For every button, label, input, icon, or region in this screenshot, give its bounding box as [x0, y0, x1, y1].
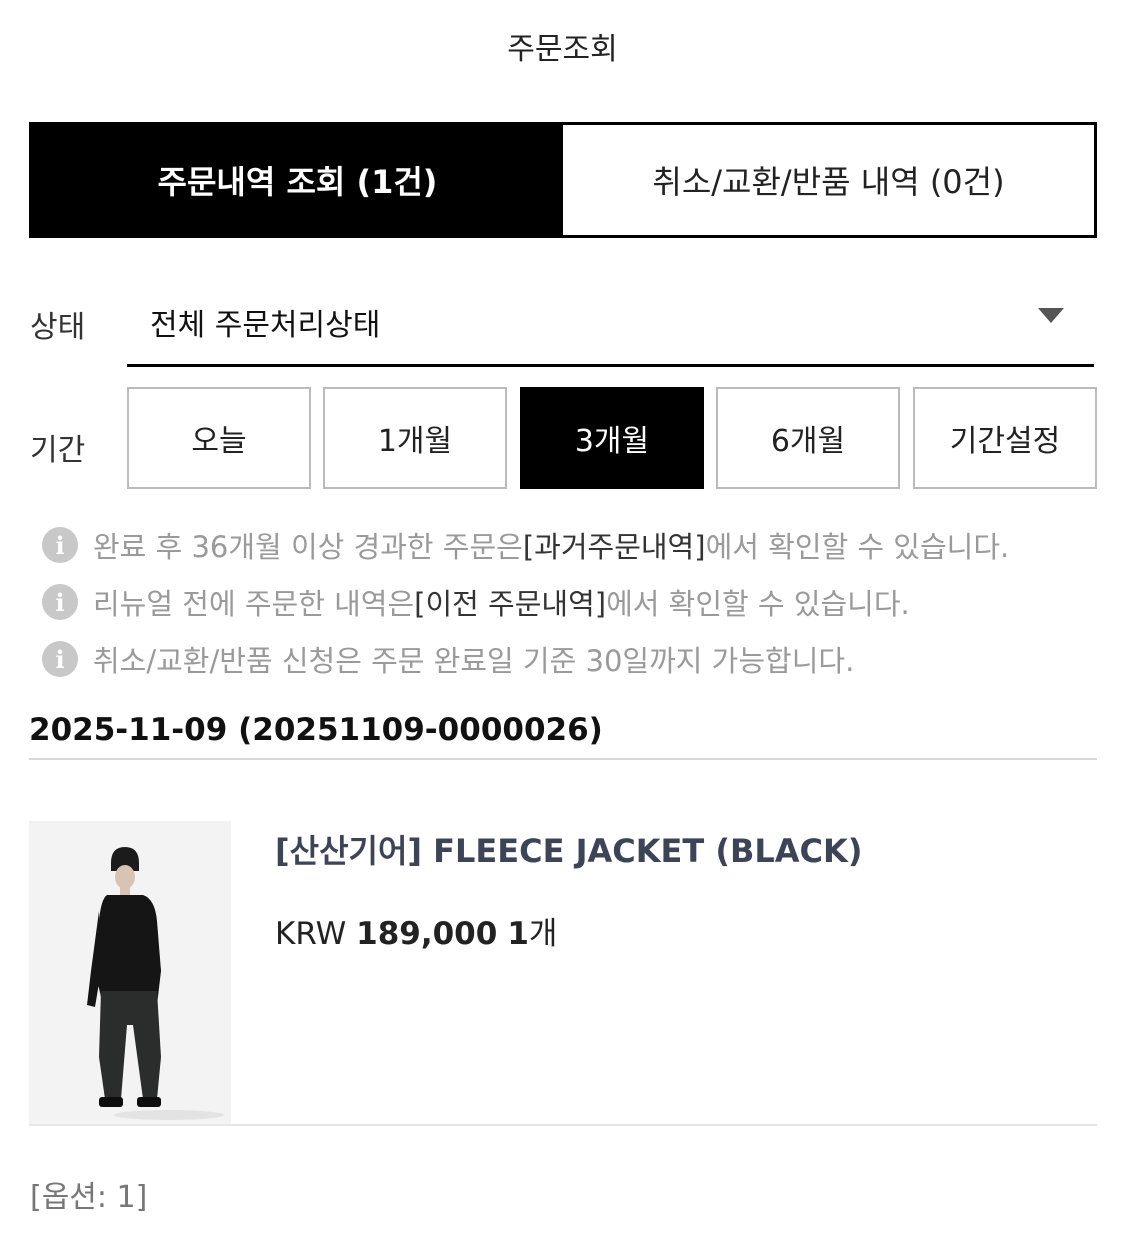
period-6month-button[interactable]: 6개월	[716, 387, 900, 489]
period-1month-button[interactable]: 1개월	[323, 387, 507, 489]
notice-past-orders: i 완료 후 36개월 이상 경과한 주문은 [과거주문내역] 에서 확인할 수…	[42, 524, 1009, 566]
period-3month-button[interactable]: 3개월	[520, 387, 704, 489]
product-option: [옵션: 1]	[30, 1180, 148, 1215]
notice-text-end: 에서 확인할 수 있습니다.	[705, 530, 1010, 564]
item-divider	[29, 1124, 1097, 1126]
notice-text: 취소/교환/반품 신청은 주문 완료일 기준 30일까지 가능합니다.	[93, 644, 855, 678]
notice-text: 완료 후 36개월 이상 경과한 주문은	[93, 530, 523, 564]
period-label: 기간	[30, 433, 86, 468]
order-inquiry-page: 주문조회 주문내역 조회 (1건) 취소/교환/반품 내역 (0건) 상태 전체…	[0, 0, 1125, 1242]
info-icon: i	[42, 641, 78, 677]
previous-orders-link[interactable]: [이전 주문내역]	[414, 581, 606, 623]
notice-previous-orders: i 리뉴얼 전에 주문한 내역은 [이전 주문내역] 에서 확인할 수 있습니다…	[42, 581, 910, 623]
info-icon: i	[42, 584, 78, 620]
tab-cancel-exchange-return[interactable]: 취소/교환/반품 내역 (0건)	[563, 125, 1094, 235]
order-tabs: 주문내역 조회 (1건) 취소/교환/반품 내역 (0건)	[29, 122, 1097, 238]
quantity-number: 1	[507, 916, 529, 952]
period-custom-button[interactable]: 기간설정	[913, 387, 1097, 489]
status-select-value: 전체 주문처리상태	[150, 308, 381, 343]
notice-text: 리뉴얼 전에 주문한 내역은	[93, 587, 415, 621]
page-title: 주문조회	[507, 32, 618, 67]
info-icon: i	[42, 527, 78, 563]
past-orders-link[interactable]: [과거주문내역]	[523, 524, 706, 566]
period-today-button[interactable]: 오늘	[127, 387, 311, 489]
product-thumbnail[interactable]	[29, 821, 231, 1124]
status-label: 상태	[30, 310, 86, 345]
order-date-number: 2025-11-09 (20251109-0000026)	[29, 712, 1097, 760]
price-currency: KRW	[275, 916, 347, 952]
tab-order-history[interactable]: 주문내역 조회 (1건)	[32, 125, 563, 235]
product-price: KRW 189,000 1개	[275, 908, 557, 953]
notice-cancel-policy: i 취소/교환/반품 신청은 주문 완료일 기준 30일까지 가능합니다.	[42, 638, 854, 680]
quantity-unit: 개	[528, 916, 558, 952]
product-photo-model	[29, 821, 231, 1124]
notice-text-end: 에서 확인할 수 있습니다.	[606, 587, 910, 621]
price-amount: 189,000	[356, 916, 498, 952]
product-name-link[interactable]: [산산기어] FLEECE JACKET (BLACK)	[275, 826, 862, 872]
status-select[interactable]: 전체 주문처리상태	[127, 280, 1094, 367]
caret-down-icon	[1038, 308, 1064, 323]
